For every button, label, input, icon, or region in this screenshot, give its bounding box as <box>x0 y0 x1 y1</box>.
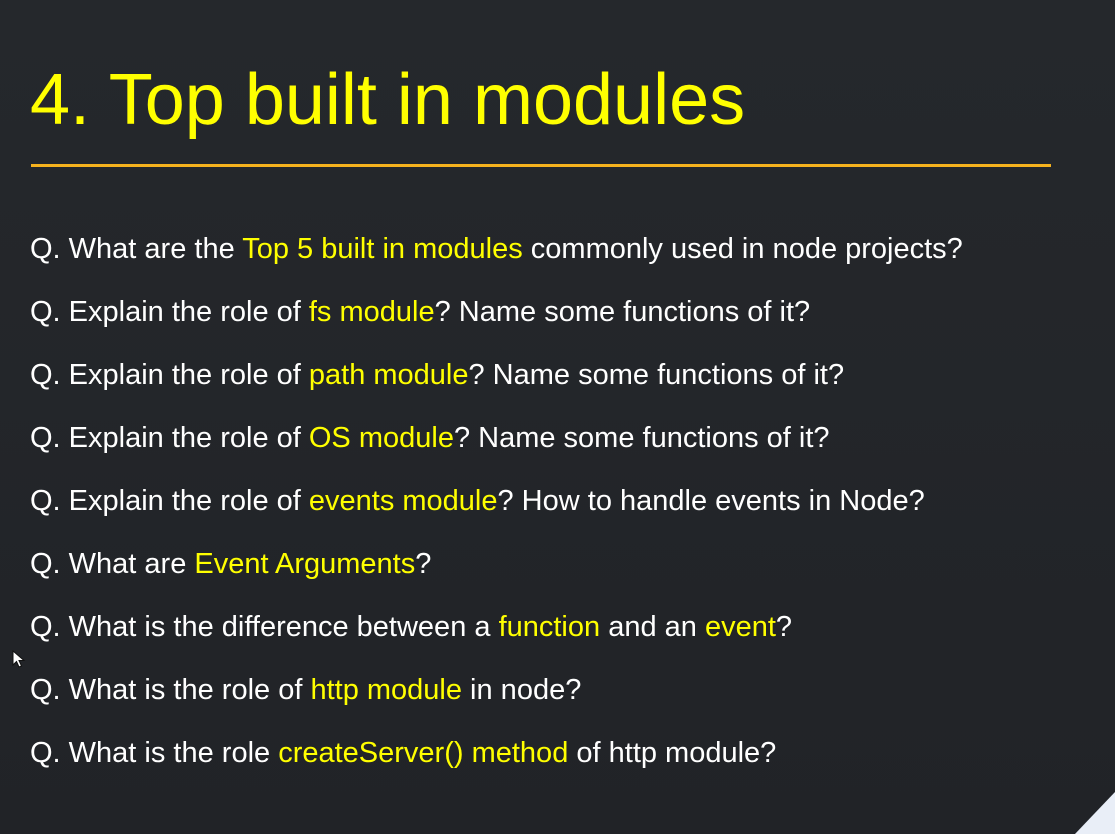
question-list: Q. What are the Top 5 built in modules c… <box>30 218 963 785</box>
question-text: ? Name some functions of it? <box>468 359 845 391</box>
question-item: Q. What is the role createServer() metho… <box>30 722 963 785</box>
question-text: Q. Explain the role of <box>30 359 309 391</box>
question-text: of http module? <box>568 737 777 769</box>
question-item: Q. What is the difference between a func… <box>30 596 963 659</box>
question-text: Q. Explain the role of <box>30 422 309 454</box>
question-text: Q. What is the difference between a <box>30 611 499 643</box>
question-text: in node? <box>462 674 582 706</box>
question-item: Q. Explain the role of fs module? Name s… <box>30 281 963 344</box>
question-text: Q. What is the role <box>30 737 279 769</box>
question-item: Q. Explain the role of OS module? Name s… <box>30 407 963 470</box>
question-item: Q. Explain the role of path module? Name… <box>30 344 963 407</box>
highlighted-term: path module <box>308 359 469 391</box>
highlighted-term: fs module <box>308 296 435 328</box>
question-text: ? <box>415 548 432 580</box>
highlighted-term: function <box>498 611 601 643</box>
question-text: commonly used in node projects? <box>522 233 963 265</box>
highlighted-term: createServer() method <box>278 737 569 769</box>
highlighted-term: OS module <box>308 422 454 454</box>
question-text: ? How to handle events in Node? <box>497 485 925 517</box>
question-text: Q. What are the <box>30 233 243 265</box>
highlighted-term: http module <box>310 674 462 706</box>
question-text: ? Name some functions of it? <box>453 422 830 454</box>
question-text: Q. What is the role of <box>30 674 311 706</box>
question-text: ? Name some functions of it? <box>434 296 811 328</box>
highlighted-term: Top 5 built in modules <box>242 233 523 265</box>
question-item: Q. What is the role of http module in no… <box>30 659 963 722</box>
question-item: Q. Explain the role of events module? Ho… <box>30 470 963 533</box>
question-text: Q. What are <box>30 548 195 580</box>
title-underline <box>31 164 1051 167</box>
slide-title: 4. Top built in modules <box>30 60 746 140</box>
question-item: Q. What are the Top 5 built in modules c… <box>30 218 963 281</box>
page-curl-icon <box>1075 792 1115 834</box>
highlighted-term: Event Arguments <box>194 548 416 580</box>
question-text: Q. Explain the role of <box>30 296 309 328</box>
slide: 4. Top built in modules Q. What are the … <box>0 0 1115 834</box>
question-text: and an <box>600 611 705 643</box>
mouse-pointer-icon <box>12 650 26 668</box>
question-item: Q. What are Event Arguments? <box>30 533 963 596</box>
highlighted-term: event <box>704 611 776 643</box>
question-text: Q. Explain the role of <box>30 485 309 517</box>
question-text: ? <box>775 611 793 643</box>
highlighted-term: events module <box>308 485 498 517</box>
